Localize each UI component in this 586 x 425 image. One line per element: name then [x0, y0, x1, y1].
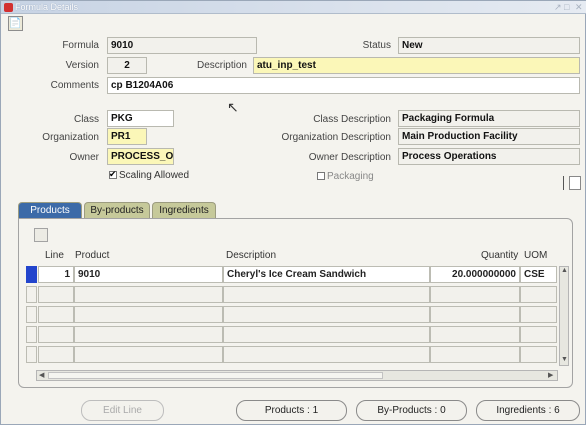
comments-field[interactable]: cp B1204A06: [107, 77, 580, 94]
ingredients-button[interactable]: Ingredients : 6: [476, 400, 580, 421]
description-field[interactable]: atu_inp_test: [253, 57, 580, 74]
owner-label: Owner: [69, 152, 99, 163]
class-field[interactable]: PKG: [107, 110, 174, 127]
descriptive-flexfield[interactable]: [569, 176, 581, 190]
product-cell[interactable]: [74, 326, 223, 343]
by-products-button[interactable]: By-Products : 0: [356, 400, 467, 421]
owner-description-label: Owner Description: [308, 152, 391, 163]
edit-line-button[interactable]: Edit Line: [81, 400, 164, 421]
uom-cell[interactable]: CSE: [520, 266, 557, 283]
product-cell[interactable]: 9010: [74, 266, 223, 283]
product-cell[interactable]: [74, 286, 223, 303]
uom-cell[interactable]: [520, 286, 557, 303]
horizontal-scrollbar[interactable]: ◀ ▶: [36, 370, 558, 381]
products-button[interactable]: Products : 1: [236, 400, 347, 421]
organization-description-label: Organization Description: [281, 132, 392, 143]
organization-description-field: Main Production Facility: [398, 128, 580, 145]
close-icon[interactable]: ✕: [575, 2, 583, 13]
column-header-quantity: Quantity: [481, 250, 519, 261]
checkbox-checked-icon[interactable]: [109, 169, 117, 180]
version-field[interactable]: 2: [107, 57, 147, 74]
scroll-up-icon[interactable]: ▲: [561, 267, 568, 274]
quantity-cell[interactable]: [430, 326, 520, 343]
tab-products[interactable]: Products: [18, 202, 82, 218]
organization-field[interactable]: PR1: [107, 128, 147, 145]
tab-ingredients[interactable]: Ingredients: [152, 202, 216, 218]
line-cell[interactable]: [38, 326, 74, 343]
packaging-label: Packaging: [327, 171, 374, 182]
column-header-description: Description: [226, 250, 277, 261]
restore-icon[interactable]: ↗: [554, 2, 562, 13]
quantity-cell[interactable]: [430, 346, 520, 363]
description-cell[interactable]: [223, 346, 430, 363]
owner-description-field: Process Operations: [398, 148, 580, 165]
maximize-icon[interactable]: □: [564, 2, 569, 12]
scroll-down-icon[interactable]: ▼: [561, 356, 568, 363]
description-cell[interactable]: [223, 326, 430, 343]
line-cell[interactable]: [38, 346, 74, 363]
class-label: Class: [73, 114, 99, 125]
quantity-cell[interactable]: [430, 306, 520, 323]
uom-cell[interactable]: [520, 306, 557, 323]
title-bar: Formula Details ↗ □ ✕: [1, 1, 586, 14]
vertical-scrollbar[interactable]: ▲ ▼: [559, 266, 569, 366]
description-cell[interactable]: [223, 306, 430, 323]
uom-cell[interactable]: [520, 346, 557, 363]
description-cell[interactable]: [223, 286, 430, 303]
formula-details-window: Formula Details ↗ □ ✕ 📄 Formula 9010 Sta…: [0, 0, 586, 425]
line-cell[interactable]: [38, 306, 74, 323]
description-label: Description: [196, 60, 247, 71]
current-record-indicator[interactable]: [26, 266, 37, 283]
line-cell[interactable]: 1: [38, 266, 74, 283]
document-icon[interactable]: 📄: [8, 16, 23, 31]
scaling-allowed-checkbox[interactable]: Scaling Allowed: [109, 169, 190, 181]
column-header-line: Line: [45, 250, 64, 261]
column-header-uom: UOM: [524, 250, 548, 261]
formula-field[interactable]: 9010: [107, 37, 257, 54]
scaling-allowed-label: Scaling Allowed: [119, 170, 190, 181]
checkbox-unchecked-icon[interactable]: [317, 172, 325, 180]
comments-label: Comments: [50, 80, 99, 91]
edit-record-icon[interactable]: [34, 228, 48, 242]
status-field: New: [398, 37, 580, 54]
record-indicator[interactable]: [26, 286, 37, 303]
scrollbar-thumb[interactable]: [48, 372, 383, 379]
quantity-cell[interactable]: [430, 286, 520, 303]
column-header-product: Product: [75, 250, 110, 261]
scroll-right-icon[interactable]: ▶: [548, 371, 553, 379]
record-indicator[interactable]: [26, 346, 37, 363]
formula-label: Formula: [62, 40, 99, 51]
version-label: Version: [65, 60, 99, 71]
quantity-cell[interactable]: 20.000000000: [430, 266, 520, 283]
separator-line: [563, 176, 564, 190]
packaging-checkbox[interactable]: Packaging: [317, 171, 374, 182]
record-indicator[interactable]: [26, 326, 37, 343]
record-indicator[interactable]: [26, 306, 37, 323]
status-label: Status: [362, 40, 391, 51]
uom-cell[interactable]: [520, 326, 557, 343]
organization-label: Organization: [42, 132, 99, 143]
product-cell[interactable]: [74, 306, 223, 323]
window-title: Formula Details: [15, 2, 79, 12]
line-cell[interactable]: [38, 286, 74, 303]
scroll-left-icon[interactable]: ◀: [39, 371, 44, 379]
app-icon: [4, 3, 13, 12]
class-description-label: Class Description: [313, 114, 391, 125]
mouse-pointer-icon: ↖: [227, 99, 239, 115]
class-description-field: Packaging Formula: [398, 110, 580, 127]
description-cell[interactable]: Cheryl's Ice Cream Sandwich: [223, 266, 430, 283]
owner-field[interactable]: PROCESS_O: [107, 148, 174, 165]
tab-by-products[interactable]: By-products: [84, 202, 150, 218]
product-cell[interactable]: [74, 346, 223, 363]
